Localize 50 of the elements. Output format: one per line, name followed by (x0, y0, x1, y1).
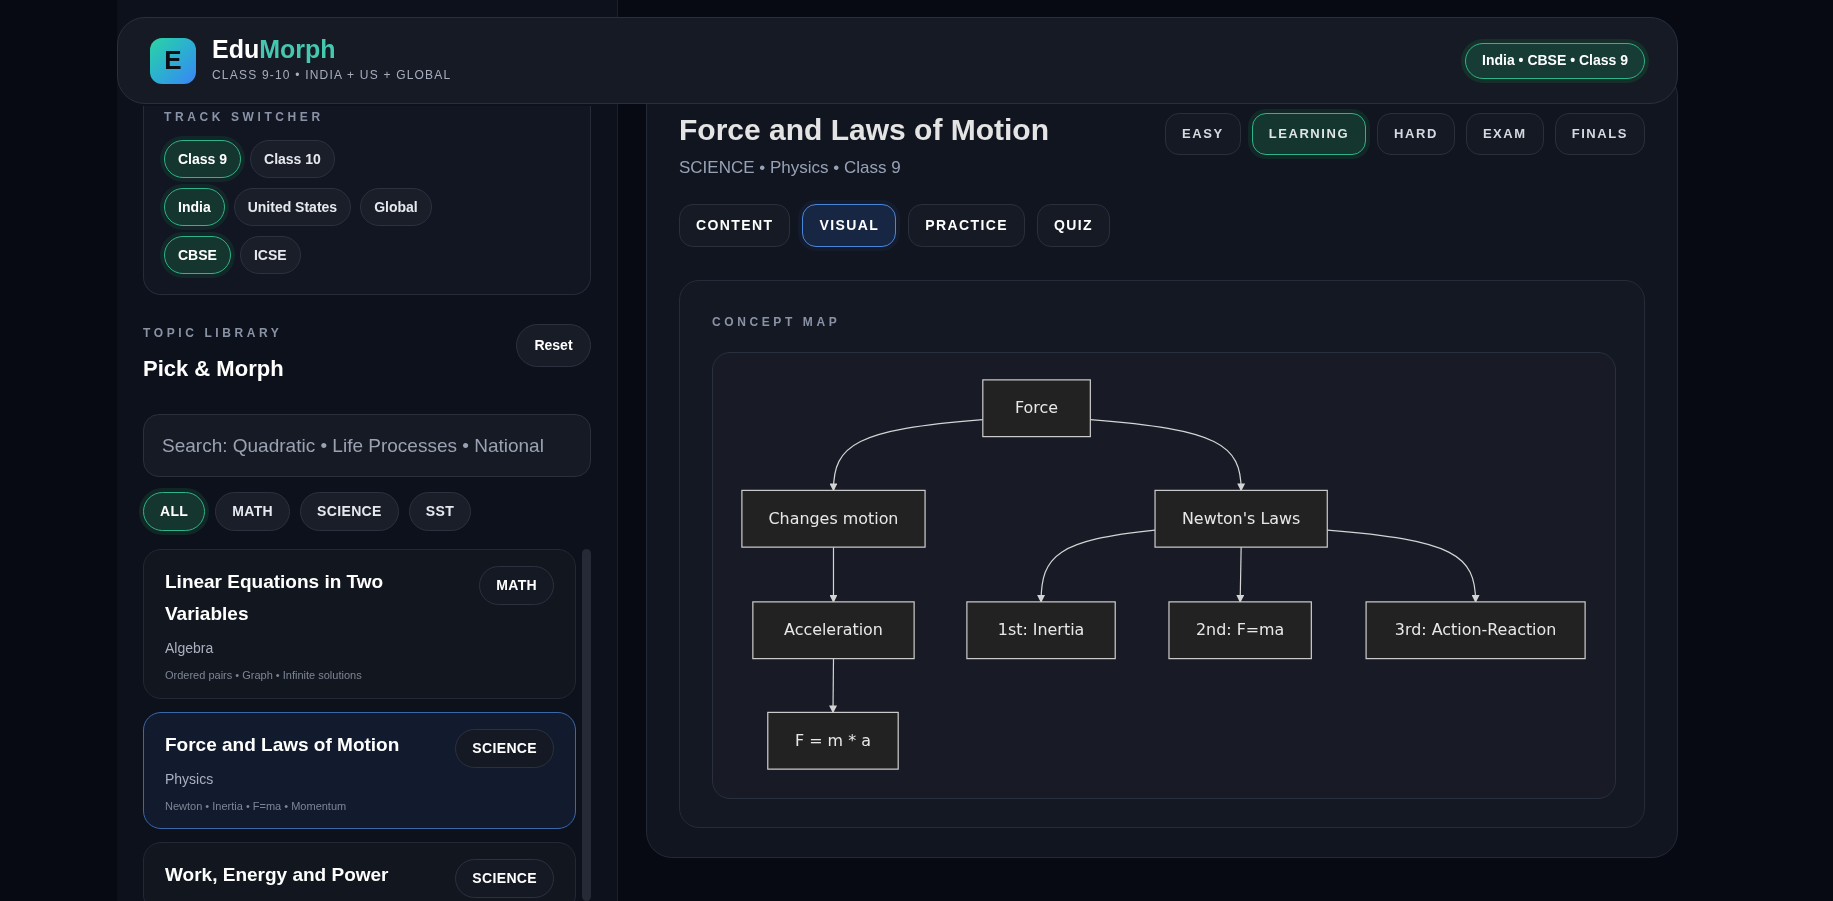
brand-name: EduMorph (212, 37, 337, 62)
topic-card[interactable]: Work, Energy and Power SCIENCE (143, 842, 576, 901)
logo-icon: E (150, 37, 196, 84)
filter-chip[interactable]: SST (408, 492, 472, 531)
lesson-subtitle: SCIENCE • Physics • Class 9 (679, 157, 902, 179)
track-chip[interactable]: Class 10 (250, 140, 335, 178)
concept-node: Changes motion (741, 489, 926, 548)
topic-area: Physics (165, 768, 400, 790)
level-button[interactable]: EXAM (1465, 113, 1544, 155)
section-label: TOPIC LIBRARY (143, 325, 284, 342)
view-tab[interactable]: QUIZ (1037, 203, 1111, 247)
tagline: CLASS 9-10 • INDIA + US + GLOBAL (212, 67, 452, 84)
view-tab[interactable]: CONTENT (679, 203, 791, 247)
topic-card[interactable]: Linear Equations in Two Variables Algebra Ordered pairs • Graph • Infinite solutions MATH (143, 549, 576, 699)
topic-area: Algebra (165, 638, 445, 659)
level-button[interactable]: EASY (1165, 113, 1241, 155)
lesson-title: Force and Laws of Motion (679, 115, 1049, 145)
subject-badge: SCIENCE (455, 728, 554, 768)
topic-title: Linear Equations in Two Variables (165, 570, 385, 626)
topic-keywords: Ordered pairs • Graph • Infinite solutions (165, 668, 363, 683)
reset-button[interactable]: Reset (516, 324, 591, 367)
concept-node: Newton's Laws (1154, 489, 1328, 548)
subject-badge: MATH (479, 566, 554, 605)
view-tab[interactable]: PRACTICE (908, 203, 1025, 247)
subject-badge: SCIENCE (455, 859, 554, 898)
level-button[interactable]: HARD (1377, 113, 1455, 155)
track-chip[interactable]: Global (360, 188, 432, 226)
connector-arrow (829, 546, 838, 603)
topic-title: Force and Laws of Motion (165, 732, 400, 757)
filter-chip[interactable]: SCIENCE (300, 492, 399, 531)
scrollbar[interactable] (582, 549, 591, 901)
track-chip[interactable]: United States (233, 188, 352, 226)
topic-card[interactable]: Force and Laws of Motion Physics Newton • Inertia • F=ma • Momentum SCIENCE (143, 711, 576, 829)
concept-node: 2nd: F=ma (1168, 600, 1312, 659)
search-field[interactable]: Search: Quadratic • Life Processes • National (143, 414, 591, 477)
section-label: CONCEPT MAP (712, 313, 842, 331)
connector-arrow (829, 657, 838, 713)
concept-node: 3rd: Action-Reaction (1365, 600, 1586, 659)
topic-title: Work, Energy and Power (165, 863, 389, 887)
section-label: TRACK SWITCHER (164, 109, 325, 126)
connector-arrow (1236, 546, 1245, 603)
concept-node: 1st: Inertia (966, 600, 1116, 659)
library-title: Pick & Morph (143, 355, 284, 383)
level-button[interactable]: FINALS (1554, 113, 1645, 155)
topic-keywords: Newton • Inertia • F=ma • Momentum (165, 798, 348, 814)
filter-chip[interactable]: MATH (215, 492, 291, 531)
track-chip[interactable]: ICSE (239, 236, 301, 274)
concept-node: F = m * a (767, 711, 899, 770)
concept-node: Acceleration (752, 600, 915, 659)
concept-node: Force (982, 378, 1091, 437)
